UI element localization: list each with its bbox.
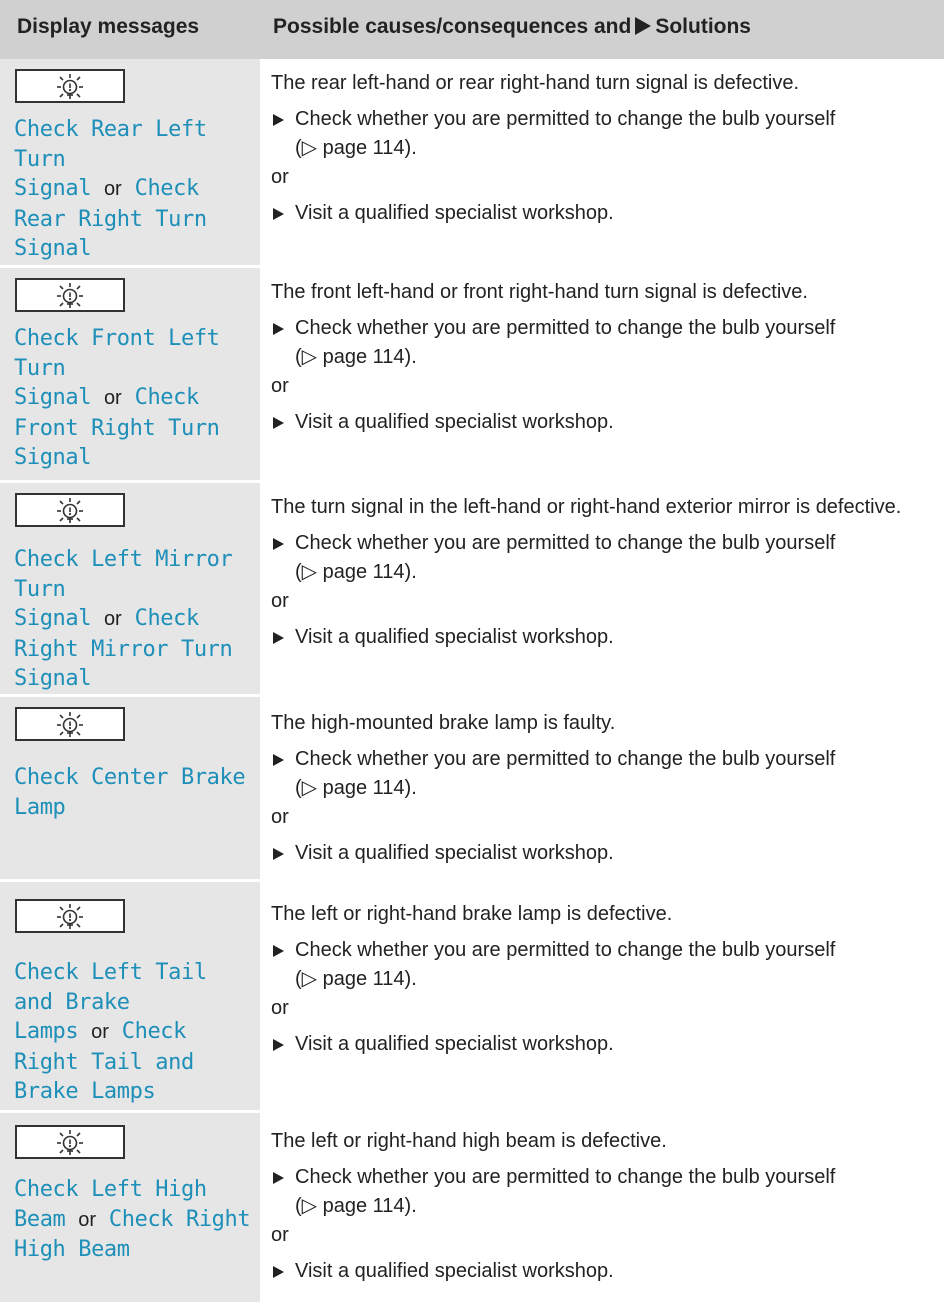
page-ref-link[interactable]: (▷ page 114). <box>295 346 417 368</box>
display-message: Check Left High Beam or Check Right High… <box>14 1175 254 1265</box>
instruction-check-bulb: Check whether you are permitted to chang… <box>271 529 941 587</box>
table-row: Check Left Tail and Brake Lamps or Check… <box>0 882 944 1110</box>
solution-text: The left or right-hand high beam is defe… <box>271 1127 941 1286</box>
bulb-warning-icon <box>15 493 125 527</box>
table-row: Check Left High Beam or Check Right High… <box>0 1113 944 1302</box>
display-messages-page: Display messages Possible causes/consequ… <box>0 0 944 1302</box>
solution-triangle-icon <box>635 17 652 35</box>
or-text: or <box>271 1224 289 1246</box>
display-message: Check Center Brake Lamp <box>14 763 254 822</box>
solution-text: The turn signal in the left-hand or righ… <box>271 493 941 652</box>
cause-text: The high-mounted brake lamp is faulty. <box>271 712 616 734</box>
bullet-triangle-icon <box>273 945 284 957</box>
header-causes-label: Possible causes/consequences and <box>273 15 632 38</box>
bullet-triangle-icon <box>273 754 284 766</box>
display-message: Check Front Left Turn Signal or Check Fr… <box>14 324 254 473</box>
instruction-check-bulb: Check whether you are permitted to chang… <box>271 936 941 994</box>
or-text: or <box>271 166 289 188</box>
instruction-visit-workshop: Visit a qualified specialist workshop. <box>271 1257 941 1286</box>
or-label: or <box>78 1208 97 1231</box>
or-label: or <box>91 1021 109 1043</box>
bullet-triangle-icon <box>273 208 284 220</box>
cause-text: The turn signal in the left-hand or righ… <box>271 496 902 518</box>
bulb-warning-icon <box>15 899 125 933</box>
message-a: Check Left Mirror Turn Signal <box>14 547 233 631</box>
or-label: or <box>103 608 122 630</box>
bullet-triangle-icon <box>273 848 284 860</box>
cause-text: The left or right-hand high beam is defe… <box>271 1130 667 1152</box>
bulb-warning-icon <box>15 707 125 741</box>
table-header: Display messages Possible causes/consequ… <box>0 0 944 59</box>
or-text: or <box>271 806 289 828</box>
solution-text: The rear left-hand or rear right-hand tu… <box>271 69 941 228</box>
table-row: Check Center Brake Lamp The high-mounted… <box>0 697 944 879</box>
display-message: Check Left Mirror Turn Signal or Check R… <box>14 545 254 694</box>
message-cell: Check Left Mirror Turn Signal or Check R… <box>0 483 260 694</box>
page-ref-link[interactable]: (▷ page 114). <box>295 137 417 159</box>
bullet-triangle-icon <box>273 538 284 550</box>
table-row: Check Rear Left Turn Signal or Check Rea… <box>0 59 944 265</box>
bullet-triangle-icon <box>273 1039 284 1051</box>
header-solutions-label: Solutions <box>655 15 751 38</box>
instruction-visit-workshop: Visit a qualified specialist workshop. <box>271 623 941 652</box>
instruction-visit-workshop: Visit a qualified specialist workshop. <box>271 199 941 228</box>
bullet-triangle-icon <box>273 1266 284 1278</box>
instruction-check-bulb: Check whether you are permitted to chang… <box>271 314 941 372</box>
instruction-check-bulb: Check whether you are permitted to chang… <box>271 1163 941 1221</box>
instruction-visit-workshop: Visit a qualified specialist workshop. <box>271 839 941 868</box>
message-cell: Check Front Left Turn Signal or Check Fr… <box>0 268 260 480</box>
table-row: Check Left Mirror Turn Signal or Check R… <box>0 483 944 694</box>
bulb-warning-icon <box>15 278 125 312</box>
bullet-triangle-icon <box>273 323 284 335</box>
cause-text: The rear left-hand or rear right-hand tu… <box>271 72 800 94</box>
message-a: Check Center Brake Lamp <box>14 765 246 820</box>
message-cell: Check Rear Left Turn Signal or Check Rea… <box>0 59 260 265</box>
page-ref-link[interactable]: (▷ page 114). <box>295 1195 417 1217</box>
header-causes-solutions: Possible causes/consequences and Solution… <box>273 15 751 39</box>
or-text: or <box>271 375 289 397</box>
cause-text: The front left-hand or front right-hand … <box>271 281 808 303</box>
display-message: Check Left Tail and Brake Lamps or Check… <box>14 958 254 1107</box>
instruction-check-bulb: Check whether you are permitted to chang… <box>271 105 941 163</box>
bullet-triangle-icon <box>273 1172 284 1184</box>
instruction-visit-workshop: Visit a qualified specialist workshop. <box>271 408 941 437</box>
message-cell: Check Left Tail and Brake Lamps or Check… <box>0 882 260 1110</box>
or-text: or <box>271 997 289 1019</box>
header-display-messages: Display messages <box>17 15 200 38</box>
instruction-visit-workshop: Visit a qualified specialist workshop. <box>271 1030 941 1059</box>
bullet-triangle-icon <box>273 114 284 126</box>
or-text: or <box>271 590 289 612</box>
solution-text: The left or right-hand brake lamp is def… <box>271 900 941 1059</box>
solution-text: The high-mounted brake lamp is faulty. C… <box>271 709 941 868</box>
message-cell: Check Left High Beam or Check Right High… <box>0 1113 260 1302</box>
solution-text: The front left-hand or front right-hand … <box>271 278 941 437</box>
instruction-check-bulb: Check whether you are permitted to chang… <box>271 745 941 803</box>
message-cell: Check Center Brake Lamp <box>0 697 260 879</box>
bulb-warning-icon <box>15 1125 125 1159</box>
page-ref-link[interactable]: (▷ page 114). <box>295 561 417 583</box>
bullet-triangle-icon <box>273 417 284 429</box>
page-ref-link[interactable]: (▷ page 114). <box>295 777 417 799</box>
display-message: Check Rear Left Turn Signal or Check Rea… <box>14 115 254 264</box>
bulb-warning-icon <box>15 69 125 103</box>
cause-text: The left or right-hand brake lamp is def… <box>271 903 673 925</box>
or-label: or <box>103 178 122 200</box>
page-ref-link[interactable]: (▷ page 114). <box>295 968 417 990</box>
or-label: or <box>103 387 122 409</box>
table-row: Check Front Left Turn Signal or Check Fr… <box>0 268 944 480</box>
bullet-triangle-icon <box>273 632 284 644</box>
